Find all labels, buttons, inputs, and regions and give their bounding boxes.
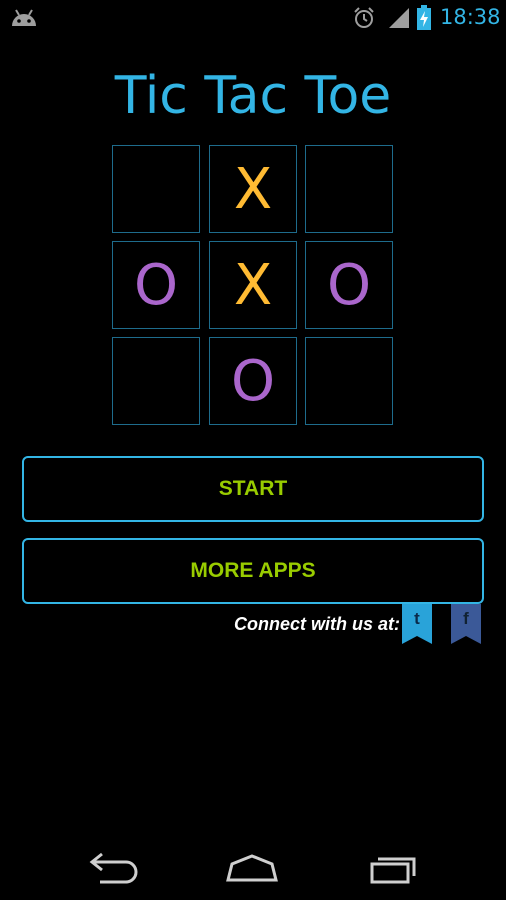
board-cell-9[interactable] — [305, 337, 393, 425]
battery-charging-icon — [416, 5, 432, 36]
home-button[interactable] — [222, 850, 282, 886]
alarm-icon — [352, 6, 376, 35]
board-cell-7[interactable] — [112, 337, 200, 425]
home-icon — [226, 854, 278, 882]
facebook-button[interactable]: f — [451, 604, 481, 644]
more-apps-button[interactable]: MORE APPS — [22, 538, 484, 604]
board-cell-4[interactable]: O — [112, 241, 200, 329]
recent-apps-button[interactable] — [362, 850, 422, 886]
back-icon — [89, 852, 138, 884]
game-board: X O X O O — [112, 145, 394, 431]
android-icon — [10, 6, 38, 33]
facebook-icon: f — [463, 609, 469, 628]
twitter-button[interactable]: t — [402, 604, 432, 644]
signal-icon — [388, 7, 410, 34]
twitter-icon: t — [414, 609, 420, 628]
board-cell-3[interactable] — [305, 145, 393, 233]
board-cell-5[interactable]: X — [209, 241, 297, 329]
board-cell-1[interactable] — [112, 145, 200, 233]
status-bar: 18:38 — [0, 0, 506, 36]
start-button[interactable]: START — [22, 456, 484, 522]
board-cell-2[interactable]: X — [209, 145, 297, 233]
board-cell-6[interactable]: O — [305, 241, 393, 329]
board-cell-8[interactable]: O — [209, 337, 297, 425]
recent-apps-icon — [370, 857, 416, 884]
clock: 18:38 — [440, 5, 501, 29]
navigation-bar — [0, 836, 506, 900]
app-title: Tic Tac Toe — [114, 66, 392, 126]
connect-label: Connect with us at: — [234, 614, 400, 634]
back-button[interactable] — [84, 850, 144, 886]
